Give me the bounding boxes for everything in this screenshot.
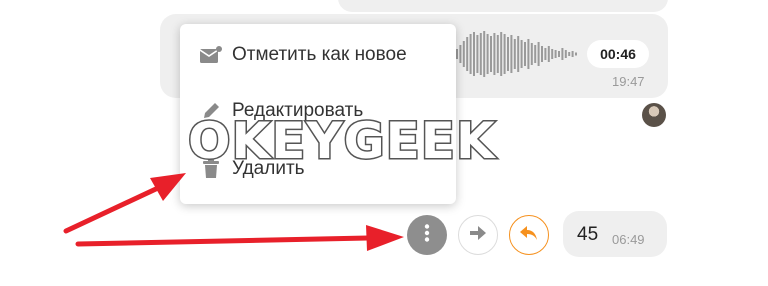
waveform-bar bbox=[473, 32, 475, 76]
waveform-bar bbox=[486, 34, 489, 74]
waveform-bar bbox=[541, 46, 543, 62]
waveform-bar bbox=[534, 45, 537, 63]
waveform-bar bbox=[547, 46, 550, 62]
waveform-bar bbox=[575, 52, 577, 56]
message-text: 45 bbox=[577, 224, 599, 245]
waveform-bar bbox=[459, 45, 462, 63]
waveform-bar bbox=[503, 34, 506, 74]
waveform-bar bbox=[561, 48, 564, 60]
menu-item-mark-as-new[interactable]: Отметить как новое bbox=[200, 40, 450, 70]
waveform-bar bbox=[530, 43, 533, 65]
waveform-bar bbox=[507, 37, 509, 71]
waveform-bar bbox=[483, 31, 486, 77]
waveform-bar bbox=[479, 33, 482, 75]
audio-waveform[interactable] bbox=[456, 30, 581, 78]
waveform-bar bbox=[469, 34, 472, 74]
waveform-bar bbox=[544, 48, 547, 60]
waveform-bar bbox=[517, 36, 520, 72]
forward-arrow-icon bbox=[469, 225, 487, 246]
waveform-bar bbox=[466, 37, 469, 71]
waveform-bar bbox=[537, 42, 540, 66]
forward-button[interactable] bbox=[458, 215, 498, 255]
waveform-bar bbox=[554, 50, 557, 58]
message-time: 06:49 bbox=[612, 232, 645, 247]
waveform-bar bbox=[568, 52, 571, 56]
previous-message-bubble bbox=[338, 0, 668, 12]
waveform-bar bbox=[558, 51, 560, 57]
waveform-bar bbox=[500, 32, 503, 76]
waveform-bar bbox=[462, 41, 465, 67]
waveform-bar bbox=[571, 51, 574, 57]
annotation-arrow-to-delete bbox=[63, 173, 186, 234]
avatar[interactable] bbox=[642, 103, 666, 127]
waveform-bar bbox=[510, 35, 513, 73]
waveform-bar bbox=[513, 39, 516, 69]
waveform-bar bbox=[456, 49, 458, 59]
watermark: OKEYGEEK bbox=[187, 111, 497, 172]
waveform-bar bbox=[493, 33, 496, 75]
more-vertical-icon bbox=[424, 223, 430, 247]
waveform-bar bbox=[520, 40, 523, 68]
more-options-button[interactable] bbox=[407, 215, 447, 255]
waveform-bar bbox=[496, 35, 499, 73]
annotation-arrow-to-more-button bbox=[75, 225, 404, 251]
voice-message-time: 19:47 bbox=[612, 74, 645, 89]
waveform-bar bbox=[551, 49, 554, 59]
waveform-bar bbox=[524, 42, 526, 66]
menu-item-label: Отметить как новое bbox=[232, 44, 407, 65]
reply-button[interactable] bbox=[509, 215, 549, 255]
waveform-bar bbox=[490, 36, 492, 72]
reply-icon bbox=[519, 225, 539, 246]
voice-duration[interactable]: 00:46 bbox=[587, 40, 649, 68]
waveform-bar bbox=[527, 39, 530, 69]
mark-unread-icon bbox=[200, 44, 222, 66]
waveform-bar bbox=[476, 35, 479, 73]
waveform-bar bbox=[564, 50, 567, 58]
